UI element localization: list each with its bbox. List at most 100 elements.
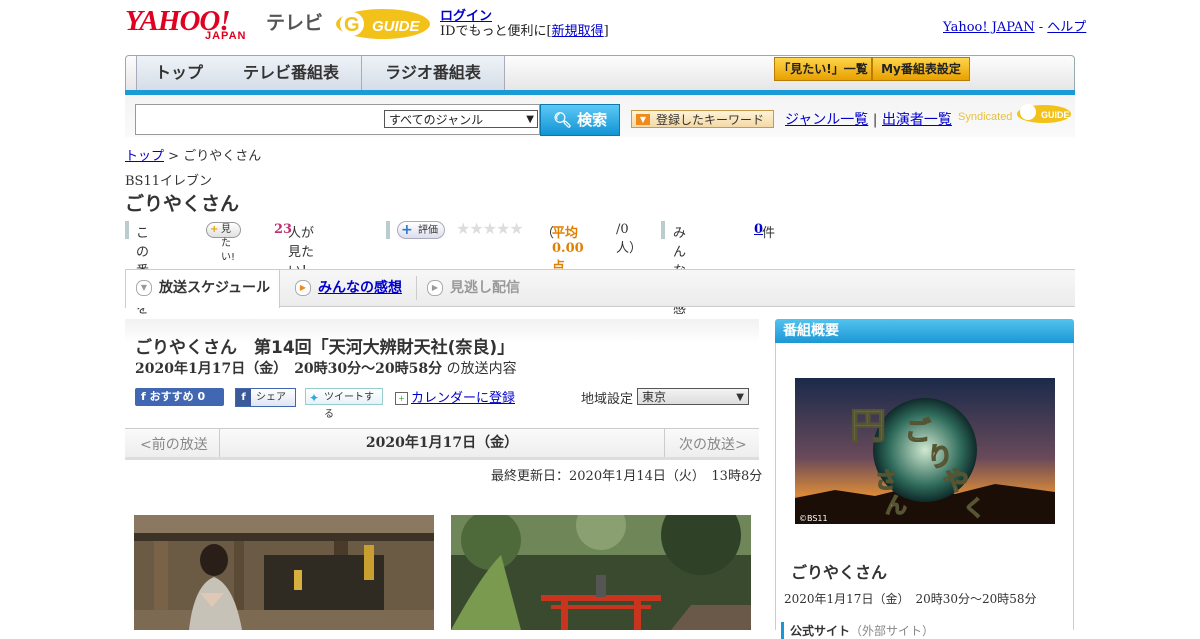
- facebook-share-button[interactable]: f シェア: [235, 388, 296, 407]
- tweet-button[interactable]: ✦ ツイートする: [305, 388, 383, 420]
- region-value: 東京: [642, 390, 667, 404]
- search-icon: 🔍︎: [552, 111, 572, 129]
- tab-missed-streaming: ▶ 見逃し配信: [427, 270, 520, 306]
- genre-divider: |: [872, 112, 878, 128]
- search-button-label: 検索: [577, 111, 608, 129]
- divider: [386, 221, 390, 239]
- logo-sub: JAPAN: [205, 30, 247, 42]
- tab-tv-schedule[interactable]: テレビ番組表: [221, 56, 362, 90]
- next-broadcast-link[interactable]: 次の放送>: [679, 434, 747, 454]
- id-promo: IDでもっと便利に[新規取得]: [440, 20, 609, 39]
- avg-rating: 平均0.00点: [552, 226, 584, 275]
- plus-icon: +: [401, 222, 413, 238]
- help-link[interactable]: ヘルプ: [1047, 20, 1086, 35]
- svg-text:GUIDE: GUIDE: [372, 18, 421, 35]
- my-schedule-button[interactable]: My番組表設定: [872, 57, 970, 81]
- registered-keywords-button[interactable]: ▼ 登録したキーワード: [631, 110, 774, 128]
- chevron-down-icon: ▼: [136, 280, 152, 296]
- service-name[interactable]: テレビ: [266, 8, 323, 35]
- sidebar-program-time: 2020年1月17日（金） 20時30分～20時58分: [784, 592, 1037, 606]
- facebook-icon: f: [236, 389, 251, 406]
- episode-datetime: 2020年1月17日（金） 20時30分～20時58分: [135, 361, 443, 377]
- gguide-logo[interactable]: G GUIDE: [334, 6, 432, 40]
- tab-label: 放送スケジュール: [159, 280, 271, 296]
- breadcrumb: トップ > ごりやくさん: [125, 145, 261, 164]
- episode-image-torii-gate[interactable]: [451, 515, 751, 630]
- official-site-label: 公式サイト: [790, 624, 851, 638]
- search-button[interactable]: 🔍︎ 検索: [540, 104, 620, 136]
- want-list-button[interactable]: 「見たい!」一覧: [774, 57, 872, 81]
- rate-button-label: 評価: [418, 225, 438, 236]
- facebook-icon: f: [141, 390, 146, 403]
- chevron-down-icon: ▼: [526, 114, 534, 125]
- id-prefix: IDでもっと便利に[: [440, 24, 552, 39]
- tab-impressions[interactable]: ▶ みんなの感想: [295, 270, 402, 306]
- region-select[interactable]: 東京 ▼: [637, 388, 749, 405]
- svg-text:GUIDE: GUIDE: [1041, 110, 1070, 120]
- divider: [125, 221, 129, 239]
- performer-list-link[interactable]: 出演者一覧: [882, 112, 952, 128]
- facebook-recommend-label: おすすめ 0: [149, 390, 206, 403]
- play-icon: ▶: [295, 280, 311, 296]
- registered-keywords-label: 登録したキーワード: [656, 113, 765, 127]
- tab-radio-schedule[interactable]: ラジオ番組表: [362, 56, 505, 90]
- sidebar-heading: 番組概要: [775, 319, 1074, 343]
- external-label: （外部サイト）: [850, 624, 935, 638]
- divider: [661, 221, 665, 239]
- breadcrumb-current: ごりやくさん: [183, 149, 262, 164]
- official-site-link[interactable]: 公式サイト（外部サイト）: [781, 622, 934, 639]
- main-nav: トップ テレビ番組表 ラジオ番組表 「見たい!」一覧 My番組表設定: [125, 55, 1075, 91]
- rate-button[interactable]: + 評価: [397, 221, 445, 239]
- last-updated: 最終更新日：2020年1月14日（火） 13時8分: [491, 469, 763, 484]
- plus-icon: +: [210, 224, 219, 235]
- svg-text:さ: さ: [875, 469, 897, 494]
- calendar-link[interactable]: カレンダーに登録: [411, 391, 515, 406]
- id-suffix: ]: [603, 24, 609, 39]
- tab-label: 見逃し配信: [450, 280, 520, 296]
- avg-suffix: /0人）: [616, 222, 643, 256]
- svg-text:く: く: [963, 497, 985, 522]
- genre-links: ジャンル一覧 | 出演者一覧: [785, 109, 952, 129]
- channel-name: BS11イレブン: [125, 174, 213, 189]
- svg-text:や: や: [943, 467, 969, 497]
- episode-time-suffix: の放送内容: [442, 361, 517, 377]
- want-to-watch-button[interactable]: + 見たい!: [206, 222, 242, 263]
- region-label: 地域設定: [581, 392, 634, 407]
- sub-tabs: ▼ 放送スケジュール ▶ みんなの感想 ▶ 見逃し配信: [125, 269, 1075, 308]
- program-title-image: 円 ご り や く さ ん ©BS11: [795, 378, 1055, 524]
- register-link[interactable]: 新規取得: [552, 24, 604, 39]
- svg-text:円: 円: [850, 405, 886, 447]
- prev-broadcast-link[interactable]: <前の放送: [140, 434, 208, 454]
- yahoo-japan-link[interactable]: Yahoo! JAPAN: [943, 20, 1035, 35]
- episode-image-shrine-prayer[interactable]: [134, 515, 434, 630]
- gguide-small-icon: GUIDE: [1016, 104, 1071, 123]
- genre-list-link[interactable]: ジャンル一覧: [785, 112, 868, 128]
- dropdown-icon: ▼: [636, 114, 650, 125]
- twitter-bird-icon: ✦: [309, 391, 320, 405]
- tab-top[interactable]: トップ: [136, 56, 222, 90]
- svg-text:ん: ん: [885, 494, 907, 519]
- breadcrumb-top[interactable]: トップ: [125, 149, 164, 164]
- tab-divider: [416, 276, 417, 300]
- syndicated-label: Syndicated: [958, 111, 1013, 123]
- tab-broadcast-schedule[interactable]: ▼ 放送スケジュール: [125, 270, 280, 308]
- want-button-label: 見たい!: [221, 224, 236, 263]
- current-date: 2020年1月17日（金）: [219, 429, 665, 457]
- syndicated-gguide-badge: Syndicated GUIDE: [958, 102, 1072, 124]
- tab-label: みんなの感想: [318, 280, 402, 296]
- genre-select[interactable]: すべてのジャンル ▼: [384, 110, 538, 128]
- link-sep: -: [1034, 20, 1048, 35]
- facebook-recommend-button[interactable]: f おすすめ 0: [135, 388, 224, 406]
- chevron-down-icon: ▼: [736, 392, 744, 403]
- episode-title: ごりやくさん 第14回「天河大辨財天社(奈良)」: [135, 338, 515, 358]
- share-label: シェア: [256, 392, 286, 403]
- genre-select-value: すべてのジャンル: [389, 113, 484, 127]
- date-navigation: <前の放送 2020年1月17日（金） 次の放送>: [125, 428, 759, 460]
- yahoo-japan-logo[interactable]: YAHOO! JAPAN: [125, 6, 261, 42]
- episode-time: 2020年1月17日（金） 20時30分～20時58分 の放送内容: [135, 358, 517, 378]
- svg-text:G: G: [344, 14, 360, 36]
- rating-stars: ★★★★★: [456, 219, 524, 238]
- calendar-icon: +: [395, 392, 408, 405]
- breadcrumb-sep: >: [164, 149, 184, 164]
- calendar-register[interactable]: + カレンダーに登録: [395, 387, 515, 406]
